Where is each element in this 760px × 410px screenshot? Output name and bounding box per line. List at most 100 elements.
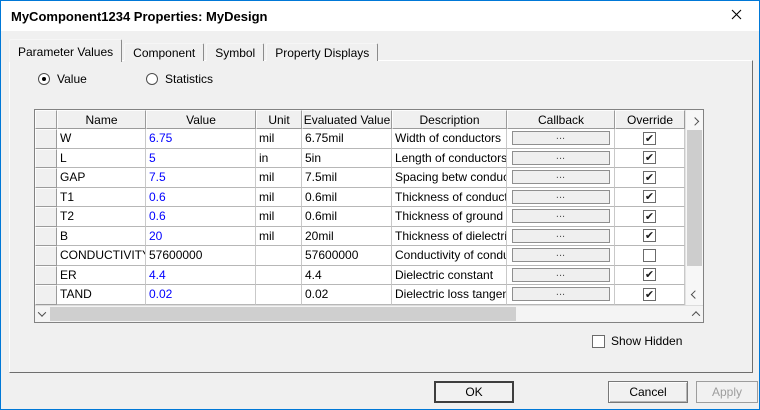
callback-button[interactable]: ... [511,228,610,243]
unit-cell[interactable]: mil [256,187,302,207]
ok-button[interactable]: OK [434,381,514,403]
radio-value-circle[interactable] [38,73,50,85]
scroll-left-button[interactable] [35,306,49,322]
param-name-cell[interactable]: T1 [57,187,146,207]
show-hidden-checkbox[interactable] [592,334,605,348]
param-name-cell[interactable]: T2 [57,207,146,227]
param-name-cell[interactable]: ER [57,265,146,285]
tab-component[interactable]: Component [124,43,205,61]
param-value-cell[interactable]: 0.6 [146,207,256,227]
scroll-up-button[interactable] [686,112,703,127]
callback-button[interactable]: ... [511,267,610,282]
chevron-left-icon [37,308,47,317]
unit-cell[interactable]: mil [256,207,302,227]
param-value-cell[interactable]: 57600000 [146,246,256,266]
tab-parameter-values[interactable]: Parameter Values [9,39,123,62]
scroll-down-button[interactable] [686,288,703,303]
callback-button[interactable]: ... [511,131,610,146]
row-selector[interactable] [35,265,57,285]
row-selector[interactable] [35,129,57,149]
unit-cell[interactable] [256,265,302,285]
unit-cell[interactable]: mil [256,129,302,149]
table-row: L 5 in 5in Length of conductors... ✔ [35,148,685,168]
table-row: GAP7.5mil7.5milSpacing betw conduct.....… [35,168,685,188]
callback-button[interactable]: ... [511,189,610,204]
param-value-cell[interactable]: 4.4 [146,265,256,285]
tab-symbol[interactable]: Symbol [206,43,265,61]
param-value-cell[interactable]: 20 [146,226,256,246]
horizontal-scroll-thumb[interactable] [50,307,516,321]
override-checkbox[interactable]: ✔ [643,151,656,165]
unit-cell[interactable] [256,285,302,305]
param-value-cell[interactable]: 7.5 [146,168,256,188]
chevron-right-icon [691,311,701,320]
unit-cell[interactable]: mil [256,168,302,188]
unit-cell[interactable]: mil [256,226,302,246]
callback-button[interactable]: ... [511,287,610,302]
horizontal-scrollbar[interactable] [35,305,703,322]
evaluated-value-cell: 4.4 [302,265,392,285]
override-cell: ✔ [615,168,685,188]
param-name-cell[interactable]: GAP [57,168,146,188]
param-name-cell[interactable]: B [57,226,146,246]
override-checkbox[interactable]: ✔ [643,190,656,204]
param-name-cell[interactable]: L [57,148,146,168]
callback-button[interactable]: ... [511,170,610,185]
unit-cell[interactable]: in [256,148,302,168]
row-selector[interactable] [35,187,57,207]
title-bar: MyComponent1234 Properties: MyDesign [1,1,759,31]
param-value-cell[interactable]: 5 [146,148,256,168]
close-button[interactable] [714,2,758,30]
apply-button[interactable]: Apply [696,381,758,403]
override-checkbox[interactable]: ✔ [643,268,656,282]
scroll-right-button[interactable] [689,306,703,322]
param-name-cell[interactable]: W [57,129,146,149]
override-checkbox[interactable]: ✔ [643,229,656,243]
override-cell: ✔ [615,129,685,149]
override-checkbox[interactable]: ✔ [643,170,656,184]
description-cell: Dielectric loss tangent [392,285,507,305]
row-selector[interactable] [35,246,57,266]
param-value-cell[interactable]: 6.75 [146,129,256,149]
parameter-values-page: Value Statistics Name Value Unit Evaluat… [9,60,753,373]
callback-button[interactable]: ... [511,209,610,224]
callback-button[interactable]: ... [511,248,610,263]
cancel-button[interactable]: Cancel [608,381,688,403]
radio-statistics-label: Statistics [165,72,214,86]
vertical-scrollbar[interactable] [685,110,703,305]
row-selector[interactable] [35,285,57,305]
row-selector[interactable] [35,148,57,168]
column-header-override: Override [615,110,685,129]
column-header-evaluated-value: Evaluated Value [302,110,392,129]
override-cell: ✔ [615,148,685,168]
override-checkbox[interactable]: ✔ [643,131,656,145]
tab-property-displays[interactable]: Property Displays [266,43,379,61]
param-name-cell[interactable]: TAND [57,285,146,305]
callback-cell: ... [507,187,615,207]
param-name-cell[interactable]: CONDUCTIVITY [57,246,146,266]
override-cell [615,246,685,266]
callback-button[interactable]: ... [511,150,610,165]
window-title: MyComponent1234 Properties: MyDesign [11,8,268,24]
radio-value[interactable]: Value [38,72,87,86]
override-checkbox[interactable]: ✔ [643,209,656,223]
param-value-cell[interactable]: 0.02 [146,285,256,305]
evaluated-value-cell: 20mil [302,226,392,246]
row-selector[interactable] [35,226,57,246]
override-checkbox[interactable]: ✔ [643,287,656,301]
vertical-scroll-thumb[interactable] [687,130,702,266]
radio-statistics-circle[interactable] [146,73,158,85]
table-body: W 6.75 mil 6.75mil Width of conductors... ✔ L 5… [35,129,685,305]
evaluated-value-cell: 7.5mil [302,168,392,188]
param-value-cell[interactable]: 0.6 [146,187,256,207]
description-cell: Spacing betw conduct... [392,168,507,188]
evaluated-value-cell: 0.02 [302,285,392,305]
unit-cell[interactable] [256,246,302,266]
radio-statistics[interactable]: Statistics [146,72,213,86]
override-checkbox[interactable] [643,248,656,262]
row-selector[interactable] [35,168,57,188]
evaluated-value-cell: 57600000 [302,246,392,266]
override-cell: ✔ [615,187,685,207]
row-selector[interactable] [35,207,57,227]
show-hidden-control[interactable]: Show Hidden [592,334,682,348]
